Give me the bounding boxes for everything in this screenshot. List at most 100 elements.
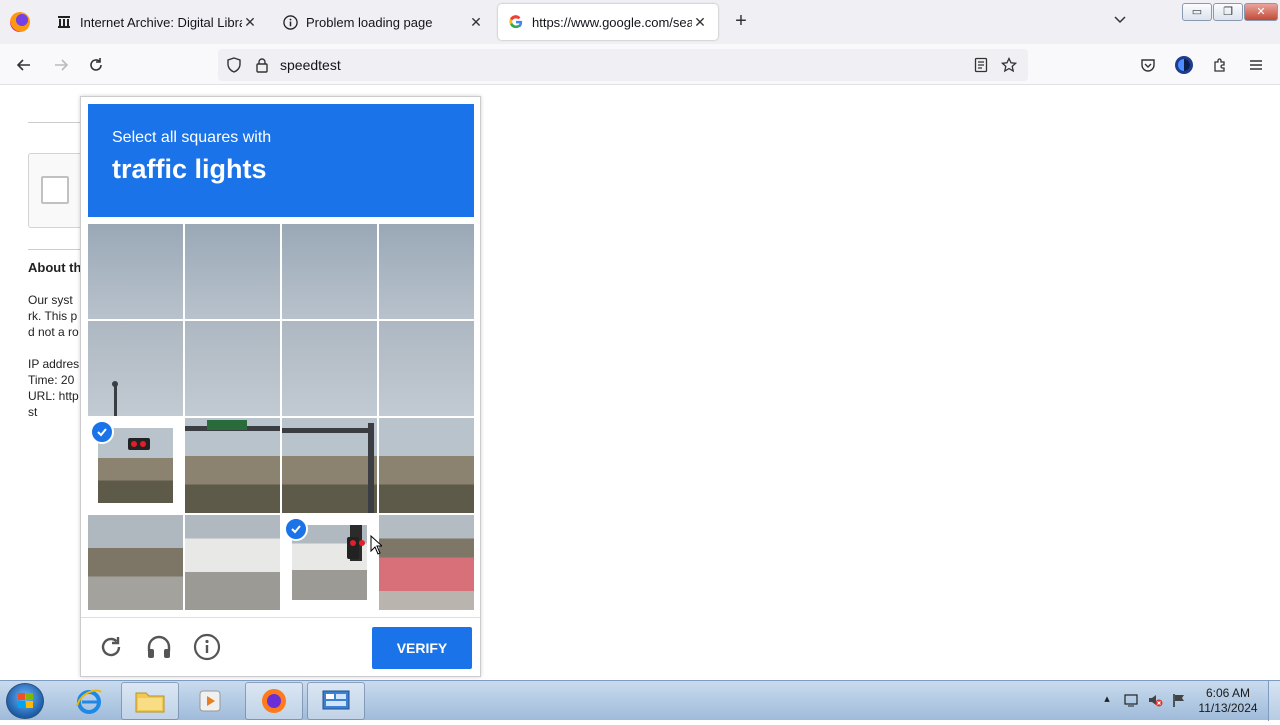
body-text-line: URL: http	[28, 389, 79, 403]
reload-icon	[90, 58, 102, 71]
image-tile-9[interactable]	[88, 418, 183, 513]
taskbar-media-player[interactable]	[182, 682, 240, 720]
url-text[interactable]: speedtest	[280, 57, 341, 73]
signal-pole	[368, 423, 374, 513]
shield-icon[interactable]	[225, 56, 243, 74]
taskbar-control-panel[interactable]	[307, 682, 365, 720]
taskbar-file-explorer[interactable]	[121, 682, 179, 720]
show-desktop-button[interactable]	[1268, 681, 1280, 721]
challenge-header: Select all squares with traffic lights	[88, 104, 474, 217]
address-bar[interactable]: speedtest	[218, 49, 1028, 81]
firefox-logo-icon[interactable]	[10, 12, 30, 32]
image-tile-3[interactable]	[282, 224, 377, 319]
tab-problem-loading[interactable]: Problem loading page ✕	[272, 4, 494, 40]
reload-challenge-button[interactable]	[97, 633, 125, 661]
media-player-icon	[199, 690, 221, 712]
image-tile-13[interactable]	[88, 515, 183, 610]
taskbar-firefox[interactable]	[245, 682, 303, 720]
archive-icon	[56, 14, 72, 30]
action-center-icon[interactable]	[1123, 692, 1139, 708]
image-tile-10[interactable]	[185, 418, 280, 513]
image-tile-16[interactable]	[379, 515, 474, 610]
traffic-light	[128, 438, 150, 450]
recaptcha-checkbox[interactable]	[41, 176, 69, 204]
minimize-button[interactable]: ▭	[1182, 3, 1212, 21]
body-text-line: Time: 20	[28, 373, 75, 387]
account-button[interactable]	[1171, 52, 1197, 78]
image-tile-14[interactable]	[185, 515, 280, 610]
recaptcha-checkbox-card	[28, 153, 88, 228]
check-icon	[90, 420, 114, 444]
arrow-right-icon	[55, 59, 69, 71]
signal-arm	[282, 428, 372, 433]
lock-icon[interactable]	[253, 56, 271, 74]
body-text-line: st	[28, 405, 38, 419]
reload-button[interactable]	[83, 52, 109, 78]
close-icon[interactable]: ✕	[692, 14, 708, 31]
image-tile-4[interactable]	[379, 224, 474, 319]
pocket-button[interactable]	[1135, 52, 1161, 78]
new-tab-button[interactable]: +	[730, 10, 752, 32]
google-icon	[508, 14, 524, 30]
challenge-instruction: Select all squares with	[112, 129, 272, 146]
image-tile-2[interactable]	[185, 224, 280, 319]
image-tile-5[interactable]	[88, 321, 183, 416]
forward-button[interactable]	[48, 52, 74, 78]
traffic-light	[347, 537, 365, 559]
check-icon	[284, 517, 308, 541]
volume-muted-icon[interactable]	[1147, 692, 1163, 708]
reader-view-icon[interactable]	[972, 56, 990, 74]
street-sign	[207, 420, 247, 430]
tab-title: Problem loading page	[306, 14, 433, 30]
image-tile-6[interactable]	[185, 321, 280, 416]
taskbar: ▴ 6:06 AM 11/13/2024	[0, 680, 1280, 721]
body-text-line: IP addres	[28, 357, 80, 371]
back-button[interactable]	[11, 52, 37, 78]
chevron-down-icon[interactable]	[1110, 12, 1130, 32]
info-icon	[193, 633, 221, 661]
firefox-icon	[262, 689, 286, 713]
mouse-cursor-icon	[370, 535, 382, 555]
tab-google-search[interactable]: https://www.google.com/search ✕	[498, 4, 718, 40]
pocket-icon	[1141, 59, 1155, 72]
restore-button[interactable]: ❐	[1213, 3, 1243, 21]
close-icon[interactable]: ✕	[468, 14, 484, 31]
navigation-bar: speedtest	[0, 44, 1280, 85]
clock-time: 6:06 AM	[1205, 686, 1251, 700]
body-text-line: rk. This p	[28, 309, 78, 323]
lamp-post	[114, 383, 117, 416]
image-tile-12[interactable]	[379, 418, 474, 513]
about-heading: About th	[28, 260, 82, 275]
image-tile-11[interactable]	[282, 418, 377, 513]
folder-icon	[135, 692, 165, 713]
internet-explorer-icon	[76, 689, 102, 714]
image-tile-1[interactable]	[88, 224, 183, 319]
verify-button[interactable]: VERIFY	[372, 627, 472, 669]
audio-challenge-button[interactable]	[145, 633, 173, 661]
system-clock[interactable]: 6:06 AM 11/13/2024	[1196, 686, 1260, 716]
image-tile-15[interactable]	[282, 515, 377, 610]
taskbar-internet-explorer[interactable]	[60, 682, 118, 720]
tab-strip: Internet Archive: Digital Library ✕ Prob…	[0, 0, 1280, 44]
help-button[interactable]	[193, 633, 221, 661]
image-tile-8[interactable]	[379, 321, 474, 416]
body-text-line: Our syst	[28, 293, 73, 307]
flag-icon[interactable]	[1171, 692, 1187, 708]
puzzle-icon	[1214, 58, 1225, 72]
menu-button[interactable]	[1243, 52, 1269, 78]
close-icon[interactable]: ✕	[242, 14, 258, 31]
close-window-button[interactable]: ✕	[1244, 3, 1278, 21]
star-icon[interactable]	[1000, 56, 1018, 74]
clock-date: 11/13/2024	[1198, 701, 1258, 715]
show-hidden-icons-button[interactable]: ▴	[1099, 692, 1115, 708]
divider	[28, 122, 88, 123]
tab-internet-archive[interactable]: Internet Archive: Digital Library ✕	[46, 4, 268, 40]
tab-title: https://www.google.com/search	[532, 14, 692, 30]
image-grid	[88, 224, 474, 610]
image-tile-7[interactable]	[282, 321, 377, 416]
extensions-button[interactable]	[1207, 52, 1233, 78]
start-button[interactable]	[6, 683, 44, 719]
hamburger-icon	[1250, 60, 1262, 70]
divider	[28, 249, 88, 250]
challenge-footer: VERIFY	[81, 617, 480, 677]
